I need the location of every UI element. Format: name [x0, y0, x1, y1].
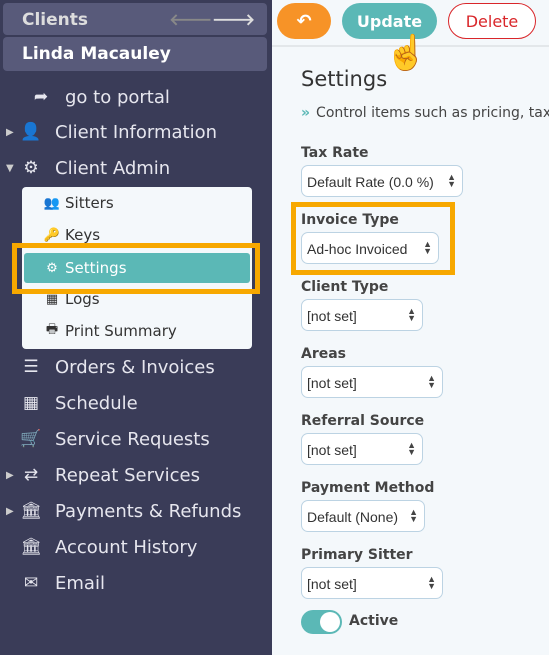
active-toggle[interactable] [301, 610, 342, 634]
caret-down-icon: ▼ [6, 162, 14, 174]
select-value: [not set] [307, 308, 357, 324]
active-label: Active [349, 613, 399, 629]
bank-icon: 🏛 [20, 501, 42, 521]
sidebar: Clients 🡐🡒 Linda Macauley ➦ go to portal … [0, 0, 272, 655]
user-icon: 👤 [20, 122, 42, 142]
payment-method-select[interactable]: Default (None) ▲ ▼ [301, 500, 425, 532]
submenu-label: Print Summary [65, 322, 177, 340]
tax-rate-label: Tax Rate [301, 145, 369, 161]
repeat-icon: ⇄ [23, 465, 39, 485]
payment-method-label: Payment Method [301, 480, 435, 496]
print-icon: 🖶 [45, 322, 59, 337]
clients-header: Clients 🡐🡒 [3, 3, 267, 35]
sort-icon: ▲ ▼ [423, 239, 432, 256]
client-type-label: Client Type [301, 279, 389, 295]
arrow-left-icon[interactable]: 🡐 [169, 10, 212, 29]
sort-icon: ▲ ▼ [427, 373, 436, 390]
share-arrow-icon: ➦ [33, 87, 49, 107]
nav-repeat-services[interactable]: ▶ ⇄ Repeat Services [0, 460, 200, 490]
caret-right-icon: ▶ [6, 505, 14, 517]
arrow-right-icon[interactable]: 🡒 [212, 10, 255, 29]
users-icon: 👥 [43, 195, 61, 211]
envelope-icon: ✉ [23, 573, 39, 593]
nav-label: Schedule [55, 392, 138, 414]
reply-arrow-icon: ↶ [296, 10, 312, 32]
client-type-select[interactable]: [not set] ▲ ▼ [301, 299, 423, 331]
submenu-print-summary[interactable]: 🖶 Print Summary [22, 317, 252, 345]
calendar-icon: ▦ [22, 393, 40, 413]
key-icon: 🔑 [43, 227, 61, 243]
nav-account-history[interactable]: 🏛 Account History [0, 532, 197, 562]
nav-label: Service Requests [55, 428, 210, 450]
sort-icon: ▲ ▼ [409, 507, 418, 524]
select-value: Default Rate (0.0 %) [307, 174, 434, 190]
nav-schedule[interactable]: ▦ Schedule [0, 388, 138, 418]
sort-icon: ▲ ▼ [407, 440, 416, 457]
nav-label: Email [55, 572, 105, 594]
referral-source-select[interactable]: [not set] ▲ ▼ [301, 433, 423, 465]
nav-orders-invoices[interactable]: ☰ Orders & Invoices [0, 352, 215, 382]
areas-label: Areas [301, 346, 347, 362]
nav-label: Account History [55, 536, 198, 558]
submenu-sitters[interactable]: 👥 Sitters [22, 189, 252, 217]
list-icon: ☰ [23, 357, 39, 377]
settings-highlight [12, 243, 260, 294]
invoice-type-label: Invoice Type [301, 212, 399, 228]
nav-label: Client Information [55, 121, 218, 143]
nav-label: Repeat Services [55, 464, 200, 486]
nav-client-admin[interactable]: ▼ ⚙ Client Admin [0, 153, 170, 183]
areas-select[interactable]: [not set] ▲ ▼ [301, 366, 443, 398]
double-chevron-icon: » [301, 105, 311, 121]
tax-rate-select[interactable]: Default Rate (0.0 %) ▲ ▼ [301, 165, 463, 197]
nav-email[interactable]: ✉ Email [0, 568, 105, 598]
client-name: Linda Macauley [3, 37, 267, 71]
select-value: [not set] [307, 576, 357, 592]
description-text: Control items such as pricing, tax [316, 105, 549, 121]
referral-source-label: Referral Source [301, 413, 425, 429]
sort-icon: ▲ ▼ [427, 574, 436, 591]
delete-button[interactable]: Delete [448, 3, 536, 39]
nav-label: Payments & Refunds [55, 500, 242, 522]
primary-sitter-select[interactable]: [not set] ▲ ▼ [301, 567, 443, 599]
toggle-knob [320, 612, 340, 632]
nav-label: go to portal [65, 86, 170, 108]
caret-right-icon: ▶ [6, 126, 14, 138]
submenu-label: Keys [65, 226, 101, 244]
submenu-label: Sitters [65, 194, 114, 212]
nav-label: Orders & Invoices [55, 356, 215, 378]
nav-client-information[interactable]: ▶ 👤 Client Information [0, 117, 217, 147]
gear-icon: ⚙ [23, 158, 39, 178]
main-panel: ↶ Update Delete ☝ Settings » Control item… [272, 0, 549, 655]
select-value: Ad-hoc Invoiced [307, 241, 408, 257]
nav-service-requests[interactable]: 🛒 Service Requests [0, 424, 210, 454]
nav-go-to-portal[interactable]: ➦ go to portal [0, 82, 170, 112]
nav-label: Client Admin [55, 157, 171, 179]
primary-sitter-label: Primary Sitter [301, 547, 413, 563]
cart-icon: 🛒 [20, 429, 42, 449]
invoice-type-select[interactable]: Ad-hoc Invoiced ▲ ▼ [301, 232, 439, 264]
select-value: [not set] [307, 442, 357, 458]
clients-title: Clients [22, 10, 89, 30]
sort-icon: ▲ ▼ [447, 172, 456, 189]
bank-icon: 🏛 [20, 537, 42, 557]
page-description: » Control items such as pricing, tax [301, 105, 549, 121]
caret-right-icon: ▶ [6, 469, 14, 481]
nav-payments-refunds[interactable]: ▶ 🏛 Payments & Refunds [0, 496, 241, 526]
sort-icon: ▲ ▼ [407, 306, 416, 323]
back-button[interactable]: ↶ [277, 3, 331, 39]
hand-cursor-icon: ☝ [385, 34, 428, 72]
page-title: Settings [301, 67, 388, 91]
select-value: Default (None) [307, 509, 399, 525]
select-value: [not set] [307, 375, 357, 391]
